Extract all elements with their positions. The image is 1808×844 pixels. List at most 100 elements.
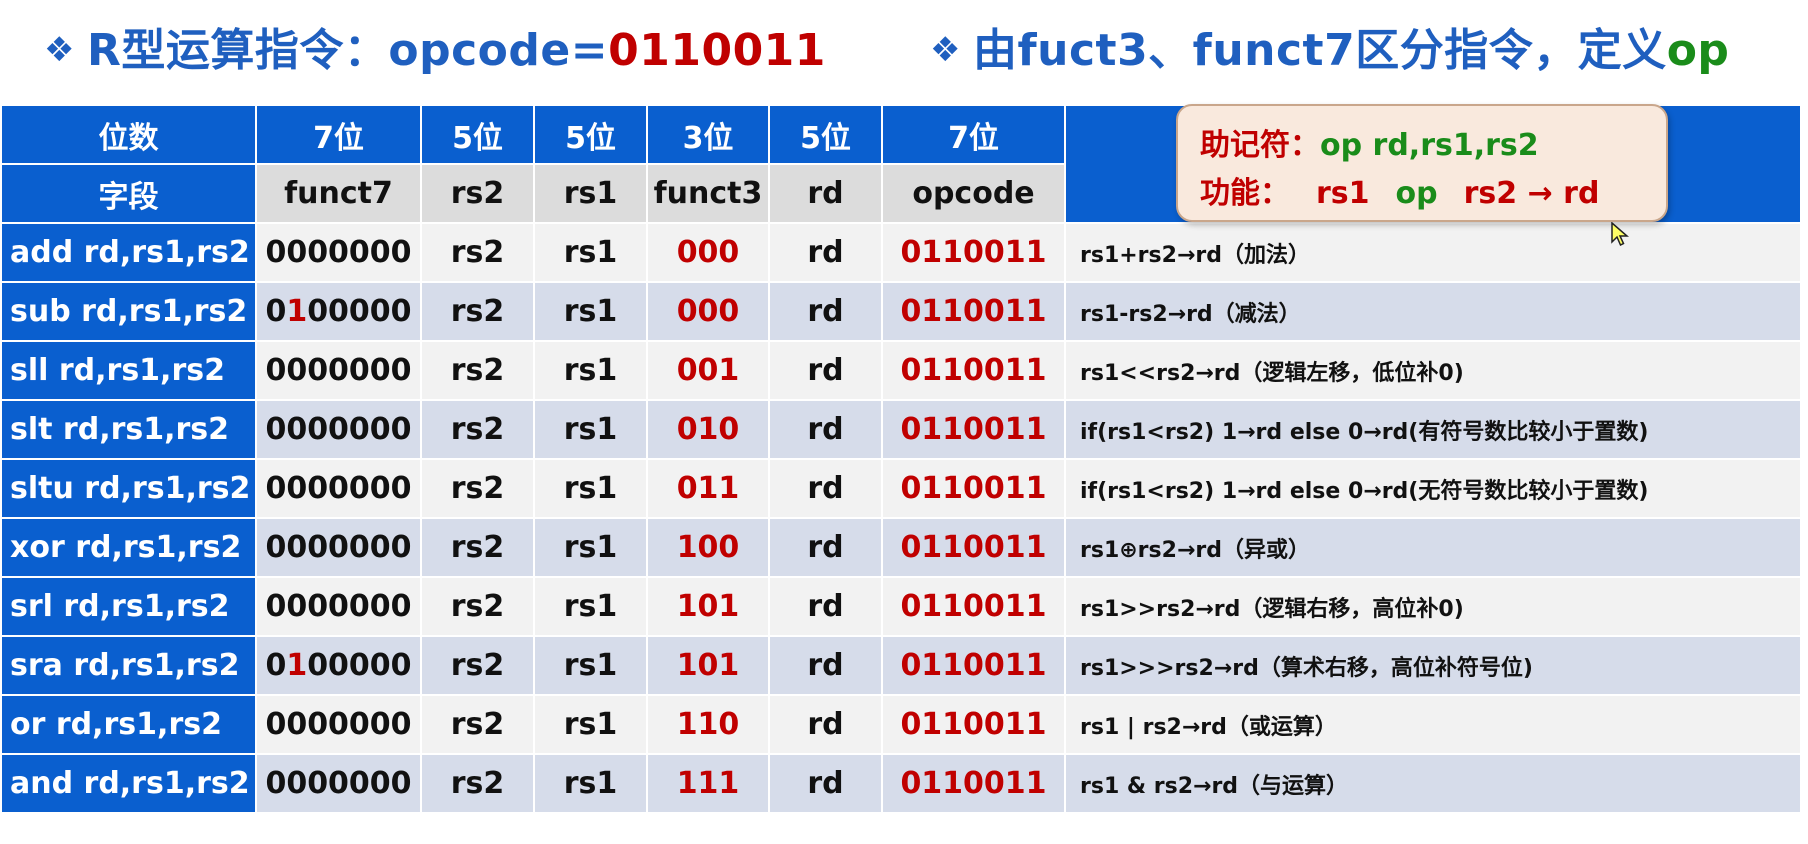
instruction-description: rs1 | rs2→rd（或运算） (1064, 694, 1802, 755)
rd-field: rd (768, 517, 883, 578)
funct7-bit6: 0 (265, 589, 287, 624)
instruction-row: sltu rd,rs1,rs2 0000000 rs2 rs1 011rd 0110011… (0, 458, 1802, 519)
bits-label: 位数 (0, 104, 257, 165)
note-function-label: 功能： (1200, 176, 1290, 211)
opcode-bits: 0110011 (881, 753, 1066, 814)
note-function-line: 功能： rs1 op rs2 → rd (1200, 168, 1599, 212)
funct7-bit6: 0 (265, 471, 287, 506)
funct3-bits: 110 (646, 694, 770, 755)
rd-field: rd (768, 222, 883, 283)
rs2-field: rs2 (420, 635, 535, 696)
funct7-bit5: 0 (286, 766, 308, 801)
funct7-bit5: 0 (286, 412, 308, 447)
rd-field: rd (768, 753, 883, 814)
bits-funct3: 3位 (646, 104, 770, 165)
opcode-bits: 0110011 (881, 635, 1066, 696)
mnemonic-note-box: 助记符：op rd,rs1,rs2 功能： rs1 op rs2 → rd (1176, 104, 1668, 222)
funct7-bit5: 0 (286, 589, 308, 624)
funct7-low-bits: 00000 (307, 353, 412, 388)
instruction-description: rs1⊕rs2→rd（异或） (1064, 517, 1802, 578)
rd-field: rd (768, 340, 883, 401)
funct7-bits: 0100000 (255, 635, 422, 696)
funct3-bits: 010 (646, 399, 770, 460)
bits-rd: 5位 (768, 104, 883, 165)
instruction-description: rs1+rs2→rd（加法） (1064, 222, 1802, 283)
instruction-mnemonic: slt rd,rs1,rs2 (0, 399, 257, 460)
instruction-row: xor rd,rs1,rs2 0000000 rs2 rs1 100rd 0110011 r… (0, 517, 1802, 578)
fields-label: 字段 (0, 163, 257, 224)
funct7-low-bits: 00000 (307, 707, 412, 742)
funct3-bits: 101 (646, 576, 770, 637)
funct7-bits: 0000000 (255, 399, 422, 460)
note-function-rest: rs2 → rd (1463, 176, 1600, 211)
note-mnemonic-label: 助记符： (1200, 128, 1320, 163)
rs2-field: rs2 (420, 399, 535, 460)
rd-field: rd (768, 635, 883, 696)
rs1-field: rs1 (533, 635, 648, 696)
funct7-bit5: 0 (286, 707, 308, 742)
rs2-field: rs2 (420, 458, 535, 519)
funct7-bits: 0000000 (255, 458, 422, 519)
rs2-field: rs2 (420, 753, 535, 814)
note-function-op: op (1395, 176, 1438, 211)
funct7-low-bits: 00000 (307, 471, 412, 506)
opcode-bits: 0110011 (881, 576, 1066, 637)
funct7-bits: 0000000 (255, 753, 422, 814)
rs2-field: rs2 (420, 517, 535, 578)
funct7-low-bits: 00000 (307, 589, 412, 624)
funct3-bits: 100 (646, 517, 770, 578)
instruction-description: rs1>>rs2→rd（逻辑右移，高位补0) (1064, 576, 1802, 637)
funct7-low-bits: 00000 (307, 648, 412, 683)
title-opcode-value: 0110011 (608, 25, 826, 76)
rs1-field: rs1 (533, 340, 648, 401)
instruction-mnemonic: add rd,rs1,rs2 (0, 222, 257, 283)
diamond-bullet-icon: ❖ (930, 30, 961, 70)
funct3-bits: 111 (646, 753, 770, 814)
funct7-bit6: 0 (265, 235, 287, 270)
instruction-row: srl rd,rs1,rs2 0000000 rs2 rs1 101rd 0110011 r… (0, 576, 1802, 637)
funct7-bit5: 0 (286, 530, 308, 565)
funct7-bit6: 0 (265, 766, 287, 801)
funct3-bits: 000 (646, 222, 770, 283)
instruction-row: sra rd,rs1,rs2 0100000 rs2 rs1 101rd 0110011 r… (0, 635, 1802, 696)
rd-field: rd (768, 281, 883, 342)
opcode-bits: 0110011 (881, 281, 1066, 342)
funct7-low-bits: 00000 (307, 235, 412, 270)
instruction-mnemonic: srl rd,rs1,rs2 (0, 576, 257, 637)
mouse-pointer-icon (1611, 222, 1629, 247)
note-mnemonic-line: 助记符：op rd,rs1,rs2 (1200, 120, 1539, 164)
opcode-bits: 0110011 (881, 517, 1066, 578)
funct7-bit6: 0 (265, 412, 287, 447)
bits-funct7: 7位 (255, 104, 422, 165)
instruction-mnemonic: sra rd,rs1,rs2 (0, 635, 257, 696)
rs1-field: rs1 (533, 399, 648, 460)
title-r-type-text: R型运算指令：opcode= (86, 25, 609, 76)
rs2-field: rs2 (420, 340, 535, 401)
funct7-bits: 0000000 (255, 576, 422, 637)
title-op-word: op (1666, 25, 1730, 76)
instruction-mnemonic: and rd,rs1,rs2 (0, 753, 257, 814)
funct7-bits: 0100000 (255, 281, 422, 342)
opcode-bits: 0110011 (881, 458, 1066, 519)
funct7-bit5: 1 (286, 648, 308, 683)
funct7-bits: 0000000 (255, 340, 422, 401)
funct7-bit6: 0 (265, 294, 287, 329)
instruction-mnemonic: sll rd,rs1,rs2 (0, 340, 257, 401)
field-funct7: funct7 (255, 163, 422, 224)
funct7-bits: 0000000 (255, 517, 422, 578)
funct3-bits: 101 (646, 635, 770, 696)
instruction-row: slt rd,rs1,rs2 0000000 rs2 rs1 010rd 0110011 i… (0, 399, 1802, 460)
field-rs2: rs2 (420, 163, 535, 224)
funct7-bit6: 0 (265, 707, 287, 742)
funct7-bit5: 0 (286, 235, 308, 270)
instruction-description: rs1<<rs2→rd（逻辑左移，低位补0) (1064, 340, 1802, 401)
diamond-bullet-icon: ❖ (44, 30, 75, 70)
opcode-bits: 0110011 (881, 222, 1066, 283)
rd-field: rd (768, 399, 883, 460)
note-function-rs1: rs1 (1316, 176, 1370, 211)
funct3-bits: 011 (646, 458, 770, 519)
funct7-bit6: 0 (265, 530, 287, 565)
rs2-field: rs2 (420, 576, 535, 637)
funct7-low-bits: 00000 (307, 294, 412, 329)
instruction-description: rs1 & rs2→rd（与运算） (1064, 753, 1802, 814)
